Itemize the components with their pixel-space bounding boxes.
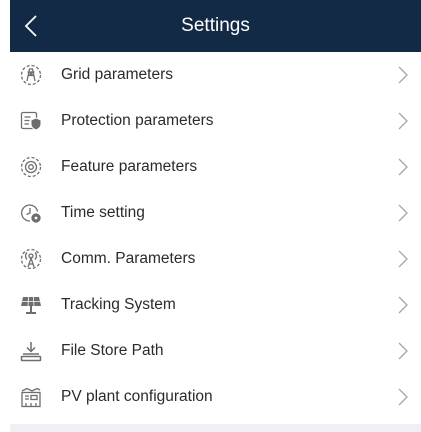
chevron-right-icon bbox=[398, 204, 408, 222]
file-store-path-label: File Store Path bbox=[61, 342, 164, 359]
tracking-system-label: Tracking System bbox=[61, 296, 176, 313]
protection-parameters-label: Protection parameters bbox=[61, 112, 214, 129]
time-setting-item[interactable]: Time setting bbox=[0, 190, 421, 236]
chevron-right-icon bbox=[398, 388, 408, 406]
grid-parameters-label: Grid parameters bbox=[61, 66, 173, 83]
header-bar: Settings bbox=[10, 0, 421, 52]
time-setting-icon bbox=[20, 202, 42, 224]
protection-parameters-icon bbox=[20, 110, 42, 132]
page-title: Settings bbox=[181, 15, 250, 36]
tracking-system-item[interactable]: Tracking System bbox=[0, 282, 421, 328]
protection-parameters-item[interactable]: Protection parameters bbox=[0, 98, 421, 144]
feature-parameters-label: Feature parameters bbox=[61, 158, 198, 175]
feature-parameters-item[interactable]: Feature parameters bbox=[0, 144, 421, 190]
chevron-right-icon bbox=[398, 250, 408, 268]
settings-list: Grid parameters Protection parameters Fe… bbox=[0, 52, 421, 420]
chevron-right-icon bbox=[398, 66, 408, 84]
pv-plant-configuration-item[interactable]: PV plant configuration bbox=[0, 374, 421, 420]
grid-parameters-icon bbox=[20, 64, 42, 86]
file-store-path-icon bbox=[20, 340, 42, 362]
chevron-right-icon bbox=[398, 158, 408, 176]
bottom-divider-strip bbox=[10, 424, 421, 432]
grid-parameters-item[interactable]: Grid parameters bbox=[0, 52, 421, 98]
comm-parameters-icon bbox=[20, 248, 42, 270]
feature-parameters-icon bbox=[20, 156, 42, 178]
chevron-right-icon bbox=[398, 112, 408, 130]
pv-plant-configuration-icon bbox=[20, 386, 42, 408]
chevron-right-icon bbox=[398, 296, 408, 314]
time-setting-label: Time setting bbox=[61, 204, 145, 221]
comm-parameters-label: Comm. Parameters bbox=[61, 250, 196, 267]
settings-screen: Settings Grid parameters Protection para… bbox=[0, 0, 421, 432]
pv-plant-configuration-label: PV plant configuration bbox=[61, 388, 213, 405]
tracking-system-icon bbox=[20, 294, 42, 316]
comm-parameters-item[interactable]: Comm. Parameters bbox=[0, 236, 421, 282]
file-store-path-item[interactable]: File Store Path bbox=[0, 328, 421, 374]
chevron-right-icon bbox=[398, 342, 408, 360]
